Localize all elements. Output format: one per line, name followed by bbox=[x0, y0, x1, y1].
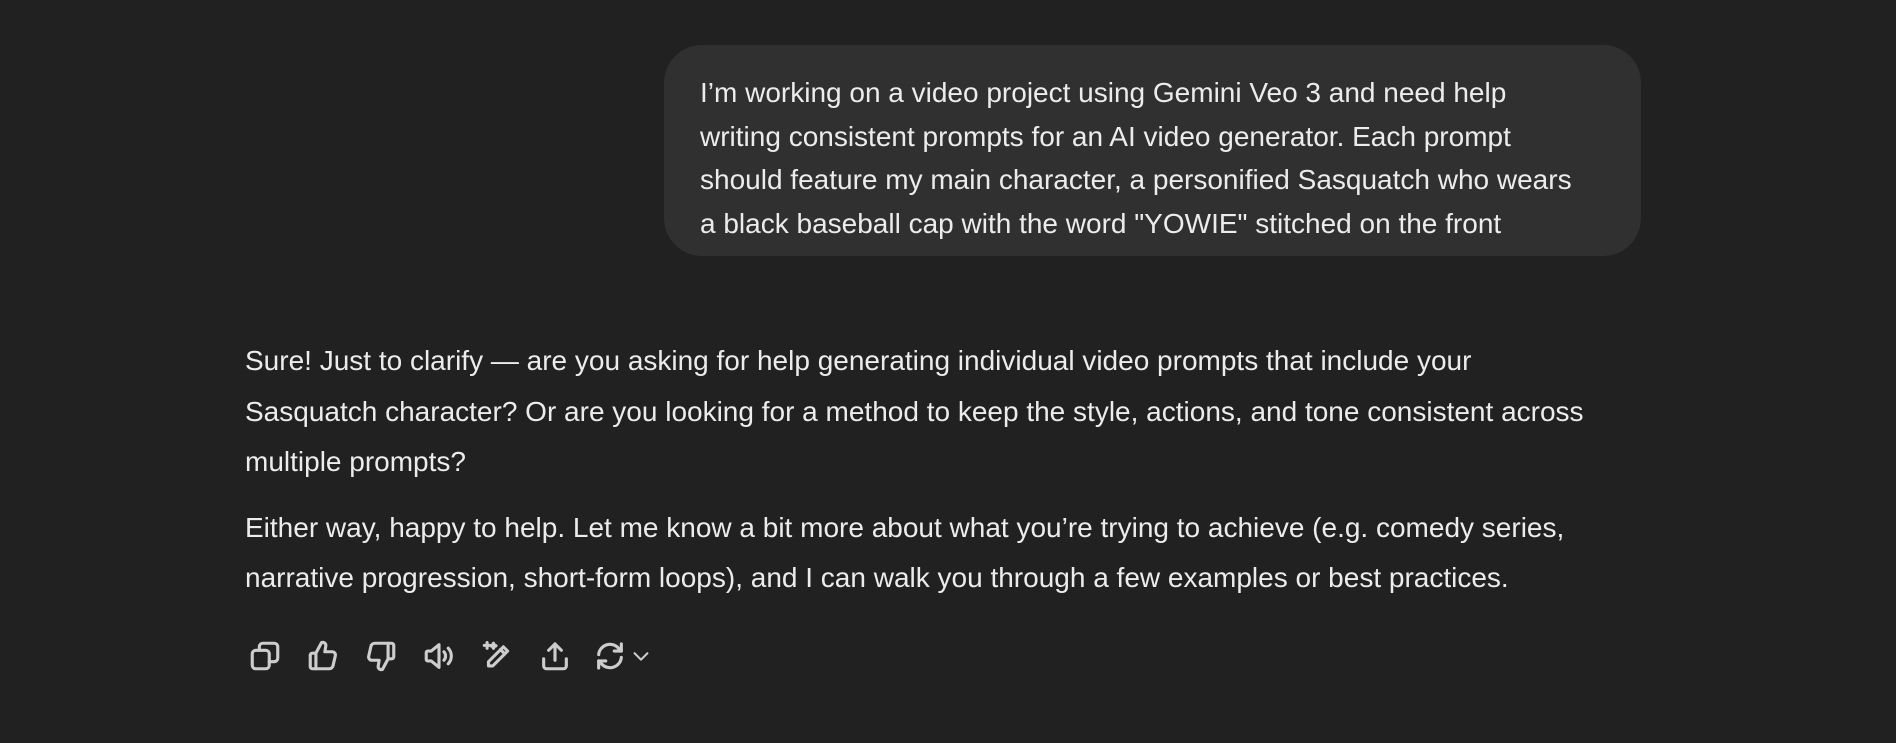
good-response-button[interactable] bbox=[303, 636, 343, 676]
assistant-message: Sure! Just to clarify — are you asking f… bbox=[245, 336, 1645, 604]
share-icon bbox=[542, 642, 568, 671]
user-message-line: I’m working on a video project using Gem… bbox=[700, 77, 1507, 108]
read-aloud-icon bbox=[424, 643, 453, 669]
user-message-line: writing consistent prompts for an AI vid… bbox=[700, 120, 1511, 152]
chat-page: I’m working on a video project using Gem… bbox=[0, 0, 1896, 743]
message-action-bar bbox=[245, 636, 673, 676]
assistant-paragraph: Sure! Just to clarify — are you asking f… bbox=[245, 336, 1645, 488]
edit-in-canvas-button[interactable] bbox=[477, 636, 517, 676]
regenerate-button[interactable] bbox=[593, 636, 655, 676]
share-button[interactable] bbox=[535, 636, 575, 676]
bad-response-button[interactable] bbox=[361, 636, 401, 676]
read-aloud-button[interactable] bbox=[419, 636, 459, 676]
user-message-line: should feature my main character, a pers… bbox=[700, 164, 1572, 195]
user-message-bubble: I’m working on a video project using Gem… bbox=[664, 45, 1641, 256]
assistant-paragraph: Either way, happy to help. Let me know a… bbox=[245, 503, 1645, 604]
copy-icon bbox=[250, 641, 280, 671]
thumbs-up-icon bbox=[308, 640, 337, 671]
copy-button[interactable] bbox=[245, 636, 285, 676]
chevron-down-icon bbox=[633, 652, 649, 661]
assistant-line: Sasquatch character? Or are you looking … bbox=[245, 395, 1584, 427]
regenerate-icon bbox=[597, 642, 623, 670]
assistant-line: narrative progression, short-form loops)… bbox=[245, 562, 1509, 593]
assistant-line: Sure! Just to clarify — are you asking f… bbox=[245, 345, 1472, 376]
assistant-line: multiple prompts? bbox=[245, 446, 466, 477]
edit-icon bbox=[482, 640, 510, 668]
user-message-line: a black baseball cap with the word "YOWI… bbox=[700, 207, 1502, 239]
assistant-line: Either way, happy to help. Let me know a… bbox=[245, 511, 1565, 543]
thumbs-down-icon bbox=[367, 641, 396, 672]
